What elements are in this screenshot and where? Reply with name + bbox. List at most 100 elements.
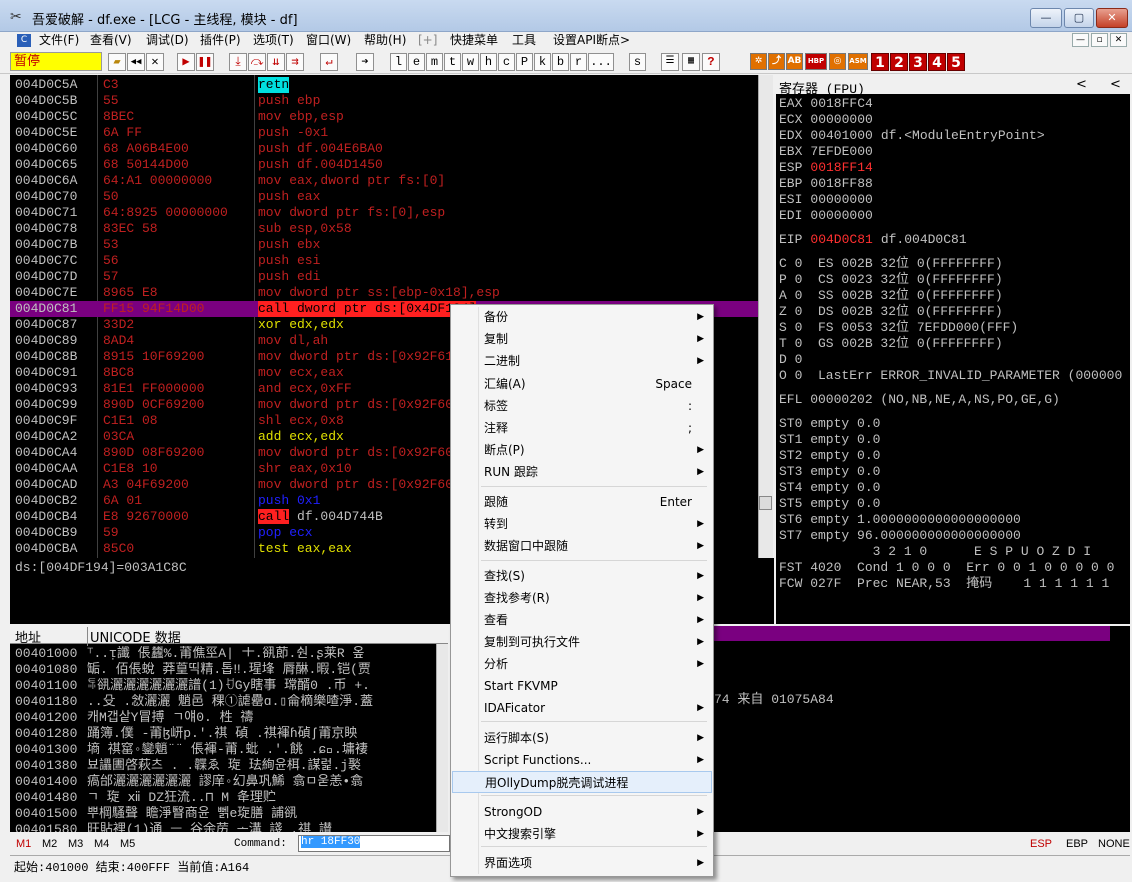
fpu-status-row[interactable]: 3 2 1 0 E S P U O Z D I bbox=[779, 544, 1091, 560]
disasm-row[interactable]: 004D0C60 68 A06B4E00 push df.004E6BA0 bbox=[10, 141, 758, 157]
memory-row[interactable]: 00401580 旺貼裡(1)通 ᅳ 谷余苈 ᅩ溝 諓 .祺 讃 bbox=[10, 822, 448, 832]
disasm-row[interactable]: 004D0C5A C3 retn bbox=[10, 77, 758, 93]
memory-row[interactable]: 00401380 뵤讄圕啓萩츠 . .韘ゑ 琁 珐絢윤栮.謀럹.j褧 bbox=[10, 758, 448, 774]
toolbar-patches-button[interactable]: P bbox=[516, 53, 533, 71]
memory-row[interactable]: 00401480 ㄱ 琁 ⅻ DZ狂流..⊓ M 夅理贮 bbox=[10, 790, 448, 806]
toolbar-memory-button[interactable]: m bbox=[426, 53, 443, 71]
context-menu-item[interactable]: 断点(P) ▶ bbox=[452, 439, 712, 461]
menu-help[interactable]: 帮助(H) bbox=[364, 32, 406, 49]
register-edx[interactable]: EDX 00401000 df.<ModuleEntryPoint> bbox=[779, 128, 1045, 144]
hardware-breakpoint-icon[interactable]: HBP bbox=[805, 53, 827, 70]
close-button[interactable]: ✕ bbox=[1096, 8, 1128, 28]
register-esp[interactable]: ESP 0018FF14 bbox=[779, 160, 881, 176]
context-menu-item[interactable]: 二进制 ▶ bbox=[452, 350, 712, 372]
segment-flag-row[interactable]: C 0 ES 002B 32位 0(FFFFFFFF) bbox=[779, 256, 1003, 272]
toolbar-cpu-button[interactable]: c bbox=[498, 53, 515, 71]
memory-row[interactable]: 00401300 墒 祺窰◦鑾魈¨¨ 倀褌-莆.蚍 .'.餆 .ɕ⃝.墉褄 bbox=[10, 742, 448, 758]
close-file-icon[interactable]: ✕ bbox=[146, 53, 164, 71]
memory-row[interactable]: 00401080 缿. 佰倀蛻 莽葟띡精.톱‼.瑆埄 脣醂.暇.铠(贾 bbox=[10, 662, 448, 678]
disasm-row[interactable]: 004D0C7B 53 push ebx bbox=[10, 237, 758, 253]
segment-flag-row[interactable]: D 0 bbox=[779, 352, 802, 368]
context-menu-item[interactable]: 标签: bbox=[452, 395, 712, 417]
context-menu-item[interactable]: 查找参考(R) ▶ bbox=[452, 587, 712, 609]
plugin-tool-icon[interactable]: ✲ bbox=[750, 53, 767, 70]
tab-m5[interactable]: M5 bbox=[120, 838, 135, 850]
context-menu-item[interactable]: 分析 ▶ bbox=[452, 653, 712, 675]
context-menu-item[interactable]: 复制 ▶ bbox=[452, 328, 712, 350]
register-eip[interactable]: EIP 004D0C81 df.004D0C81 bbox=[779, 232, 967, 248]
segment-flag-row[interactable]: P 0 CS 0023 32位 0(FFFFFFFF) bbox=[779, 272, 1003, 288]
segment-flag-row[interactable]: A 0 SS 002B 32位 0(FFFFFFFF) bbox=[779, 288, 1003, 304]
context-menu-item[interactable]: 注释; bbox=[452, 417, 712, 439]
trace-over-icon[interactable]: ⇉ bbox=[286, 53, 304, 71]
disasm-row[interactable]: 004D0C7C 56 push esi bbox=[10, 253, 758, 269]
register-value[interactable]: 0018FF14 bbox=[810, 160, 872, 175]
memory-row[interactable]: 00401180 ..殳 .敜灑灑 魈邑 稞①謔罍ɑ.▯侖樀樂喳淨.蓋 bbox=[10, 694, 448, 710]
plugin-tool-icon[interactable]: ◎ bbox=[829, 53, 846, 70]
stack-selected-row[interactable] bbox=[714, 626, 1110, 641]
menu-set-api-breakpoint[interactable]: 设置API断点> bbox=[553, 32, 630, 49]
column-header-unicode[interactable]: UNICODE 数据 bbox=[87, 627, 181, 646]
fpu-register-row[interactable]: ST4 empty 0.0 bbox=[779, 480, 880, 496]
memory-row[interactable]: 00401200 캐M갭샅Y冒搏 ㄱ얘0. 栍 禱 bbox=[10, 710, 448, 726]
disasm-row[interactable]: 004D0C65 68 50144D00 push df.004D1450 bbox=[10, 157, 758, 173]
register-value[interactable]: 00000000 bbox=[810, 192, 872, 207]
toolbar-source-button[interactable]: s bbox=[629, 53, 646, 71]
fpu-register-row[interactable]: ST3 empty 0.0 bbox=[779, 464, 880, 480]
list-icon[interactable]: ☰ bbox=[661, 53, 679, 71]
fpu-register-row[interactable]: ST2 empty 0.0 bbox=[779, 448, 880, 464]
segment-flag-row[interactable]: T 0 GS 002B 32位 0(FFFFFFFF) bbox=[779, 336, 1003, 352]
context-menu-item[interactable]: RUN 跟踪 ▶ bbox=[452, 461, 712, 483]
context-menu-item[interactable]: 用OllyDump脱壳调试进程 bbox=[452, 771, 712, 793]
context-menu-item[interactable]: Start FKVMP bbox=[452, 675, 712, 697]
stack-mode-esp[interactable]: ESP bbox=[1030, 838, 1052, 850]
context-menu-item[interactable]: 复制到可执行文件 ▶ bbox=[452, 631, 712, 653]
open-icon[interactable]: ▰ bbox=[108, 53, 126, 71]
context-menu-item[interactable]: Script Functions... ▶ bbox=[452, 749, 712, 771]
register-ebp[interactable]: EBP 0018FF88 bbox=[779, 176, 881, 192]
mdi-minimize-button[interactable]: — bbox=[1072, 33, 1089, 47]
disasm-row[interactable]: 004D0C71 64:8925 00000000 mov dword ptr fs… bbox=[10, 205, 758, 221]
register-esi[interactable]: ESI 00000000 bbox=[779, 192, 881, 208]
registers-header[interactable]: 寄存器 (FPU) < < bbox=[776, 77, 1130, 97]
context-menu-item[interactable]: 界面选项 ▶ bbox=[452, 852, 712, 874]
context-menu-item[interactable]: 运行脚本(S) ▶ bbox=[452, 727, 712, 749]
register-value[interactable]: 004D0C81 bbox=[810, 232, 872, 247]
toolbar-handles-button[interactable]: h bbox=[480, 53, 497, 71]
tab-m2[interactable]: M2 bbox=[42, 838, 57, 850]
asm-icon[interactable]: ASM bbox=[848, 53, 868, 70]
maximize-button[interactable]: ▢ bbox=[1064, 8, 1094, 28]
menu-tools[interactable]: 工具 bbox=[512, 32, 536, 49]
scrollbar-thumb[interactable] bbox=[759, 496, 772, 510]
help-icon[interactable]: ? bbox=[702, 53, 720, 71]
segment-flag-row[interactable]: S 0 FS 0053 32位 7EFDD000(FFF) bbox=[779, 320, 1018, 336]
trace-into-icon[interactable]: ⇊ bbox=[267, 53, 285, 71]
app-icon[interactable]: ✂ bbox=[10, 9, 22, 25]
context-menu-item[interactable]: IDAFicator ▶ bbox=[452, 697, 712, 719]
cpu-window-icon[interactable]: C bbox=[17, 34, 31, 47]
toolbar-callstack-button[interactable]: k bbox=[534, 53, 551, 71]
memory-row[interactable]: 00401400 瘑邰灑灑灑灑灑灑 謬庠◦幻鼻巩鯑 翕ㅁ욷恙•翕 bbox=[10, 774, 448, 790]
run-icon[interactable]: ▶ bbox=[177, 53, 195, 71]
memory-dump-pane[interactable]: 00401000 ⸆..ᴉ讖 倀蠿%.莆僬巠A| ㆺ.谻莭.숸.ʂ莱R 옾 0040… bbox=[10, 626, 448, 832]
chevron-left-icon[interactable]: < bbox=[1076, 77, 1087, 92]
context-menu-item[interactable]: 中文搜索引擎 ▶ bbox=[452, 823, 712, 845]
disassembly-scrollbar[interactable] bbox=[758, 75, 773, 558]
menu-options[interactable]: 选项(T) bbox=[253, 32, 294, 49]
tab-m3[interactable]: M3 bbox=[68, 838, 83, 850]
toolbar-references-button[interactable]: r bbox=[570, 53, 587, 71]
plugin-tool-icon[interactable]: AB bbox=[786, 53, 803, 70]
context-menu-item[interactable]: 备份 ▶ bbox=[452, 306, 712, 328]
fpu-register-row[interactable]: ST1 empty 0.0 bbox=[779, 432, 880, 448]
context-menu-item[interactable]: 数据窗口中跟随 ▶ bbox=[452, 535, 712, 557]
memory-row[interactable]: 00401280 踊簿.僕 -莆ɮ岍p.'.祺 碵 .祺褌ɦ碵ʃ莆京眏 bbox=[10, 726, 448, 742]
toolbar-breakpoints-button[interactable]: b bbox=[552, 53, 569, 71]
menu-window[interactable]: 窗口(W) bbox=[306, 32, 351, 49]
step-into-icon[interactable]: ⤓ bbox=[229, 53, 247, 71]
toolbar-log-button[interactable]: l bbox=[390, 53, 407, 71]
memory-scrollbar[interactable] bbox=[436, 644, 448, 832]
fpu-status-row[interactable]: FCW 027F Prec NEAR,53 掩码 1 1 1 1 1 1 bbox=[779, 576, 1109, 592]
goto-icon[interactable]: ➔ bbox=[356, 53, 374, 71]
register-ecx[interactable]: ECX 00000000 bbox=[779, 112, 881, 128]
mdi-close-button[interactable]: ✕ bbox=[1110, 33, 1127, 47]
